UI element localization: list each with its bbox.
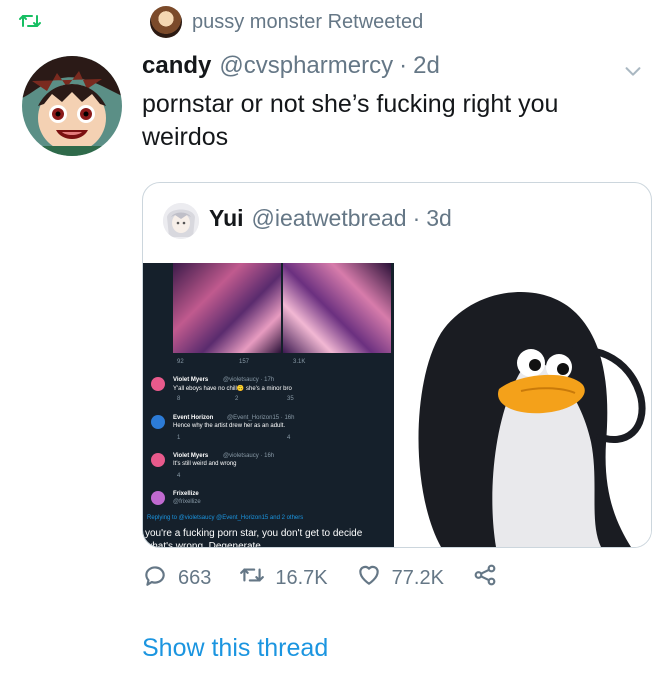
- artwork-thumbnail: [173, 263, 391, 353]
- quoted-author-avatar[interactable]: [163, 203, 199, 239]
- quoted-media-screenshot[interactable]: 92 157 3.1K Violet Myers @violetsaucy · …: [143, 263, 394, 547]
- separator: ·: [412, 205, 421, 231]
- artwork-panel-right: [283, 263, 391, 353]
- share-icon: [472, 562, 508, 594]
- retweet-context: pussy monster Retweeted: [18, 6, 423, 38]
- reply-meta: @violetsaucy · 16h: [223, 453, 275, 459]
- replying-to: Replying to @violetsaucy @Event_Horizon1…: [147, 515, 304, 521]
- reply-count: 8: [177, 396, 181, 402]
- like-count: 35: [287, 396, 294, 402]
- quoted-timestamp[interactable]: 3d: [426, 205, 452, 232]
- chevron-down-icon[interactable]: [622, 60, 644, 82]
- reply-text: Y'all eboys have no chill🙃 she's a minor…: [173, 386, 292, 392]
- reply-meta: @violetsaucy · 17h: [223, 377, 275, 383]
- reply-avatar: [151, 415, 165, 429]
- mini-reply-count: 92: [177, 359, 184, 365]
- reply-name: Event Horizon: [173, 415, 214, 421]
- quoted-author-handle[interactable]: @ieatwetbread: [252, 205, 407, 232]
- author-avatar[interactable]: [22, 56, 122, 156]
- reply-name: Violet Myers: [173, 453, 209, 459]
- show-thread-link[interactable]: Show this thread: [142, 634, 328, 663]
- reply-name: Violet Myers: [173, 377, 209, 383]
- reply-avatar: [151, 453, 165, 467]
- reply-meta: @Event_Horizon15 · 16h: [227, 415, 295, 421]
- mini-retweet-count: 157: [239, 359, 250, 365]
- reply-avatar: [151, 377, 165, 391]
- retweet-icon: [239, 562, 275, 594]
- reply-avatar: [151, 491, 165, 505]
- reply-text: Hence why the artist drew her as an adul…: [173, 423, 286, 429]
- like-count: 77.2K: [391, 566, 444, 589]
- retweet-label[interactable]: pussy monster Retweeted: [192, 11, 423, 34]
- separator: ·: [399, 52, 408, 79]
- quoted-tweet[interactable]: Yui @ieatwetbread · 3d 92 157 3.1K Viole…: [142, 182, 652, 548]
- like-count: 4: [287, 435, 291, 441]
- reply-count: 1: [177, 435, 181, 441]
- tweet-header: candy @cvspharmercy · 2d: [142, 52, 440, 80]
- reply-button[interactable]: 663: [142, 562, 211, 594]
- reply-meta: @frixellize: [173, 499, 201, 505]
- retweet-count: 2: [235, 396, 239, 402]
- mini-like-count: 3.1K: [293, 359, 306, 365]
- reply-count: 4: [177, 473, 181, 479]
- tweet-text: pornstar or not she’s fucking right you …: [142, 90, 559, 151]
- quoted-author-name[interactable]: Yui: [209, 205, 244, 232]
- reply-icon: [142, 562, 178, 594]
- share-button[interactable]: [472, 562, 508, 594]
- like-button[interactable]: 77.2K: [356, 562, 444, 594]
- quoted-header: Yui @ieatwetbread · 3d: [209, 205, 452, 232]
- author-handle[interactable]: @cvspharmercy: [219, 52, 393, 80]
- tweet-timestamp[interactable]: 2d: [413, 52, 440, 80]
- heart-icon: [356, 562, 392, 594]
- retweet-count: 16.7K: [275, 566, 328, 589]
- reply-name: Frixellize: [173, 491, 199, 497]
- tweet-actions: 663 16.7K 77.2K: [142, 562, 536, 594]
- artwork-panel-left: [173, 263, 281, 353]
- retweet-icon: [18, 9, 46, 35]
- quoted-media-penguin[interactable]: [398, 263, 651, 547]
- final-reply-text: you're a fucking porn star, you don't ge…: [145, 528, 363, 547]
- reply-count: 663: [178, 566, 212, 589]
- retweet-button[interactable]: 16.7K: [239, 562, 328, 594]
- reply-text: It's still weird and wrong: [173, 461, 237, 467]
- author-name[interactable]: candy: [142, 52, 211, 80]
- retweeter-avatar[interactable]: [150, 6, 182, 38]
